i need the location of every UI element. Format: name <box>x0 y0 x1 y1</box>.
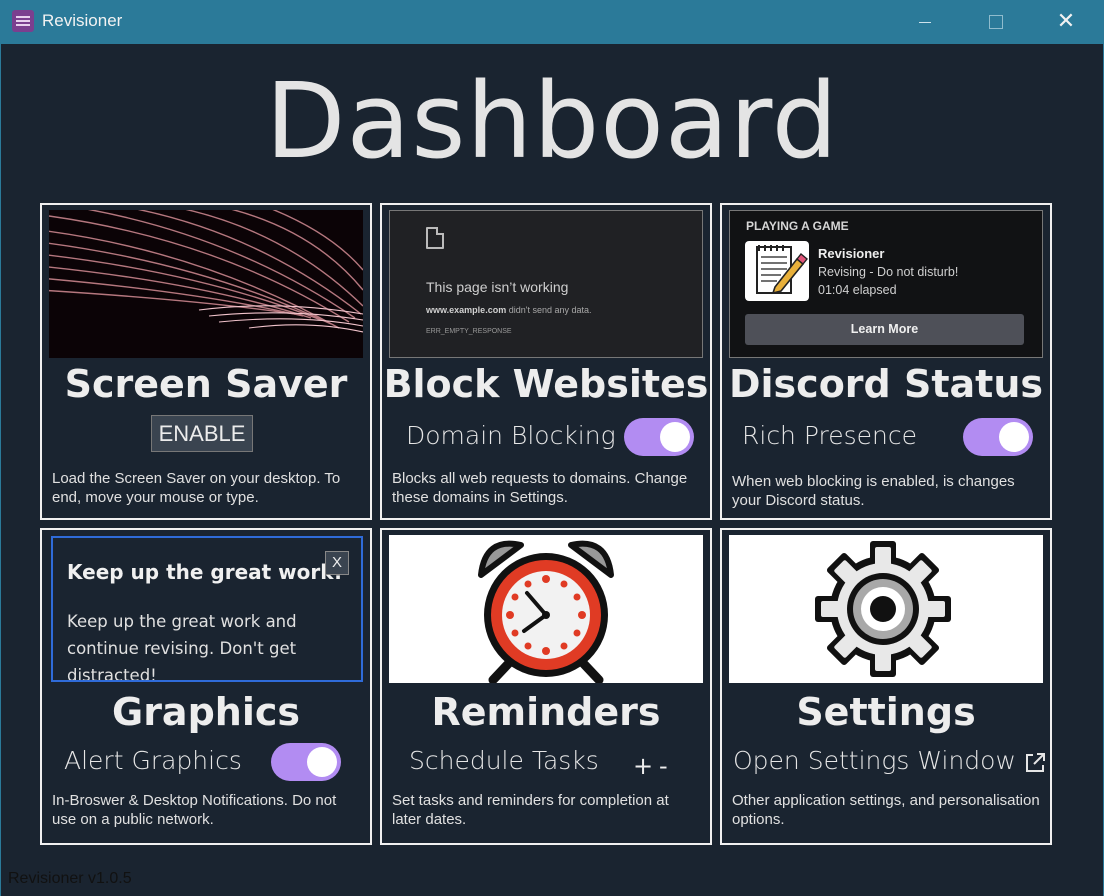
broken-page-icon <box>426 227 444 249</box>
preview-message: www.example.com didn't send any data. <box>426 305 592 315</box>
notepad-pencil-icon <box>745 241 809 301</box>
alarm-clock-image <box>389 535 703 683</box>
window-title: Revisioner <box>42 11 123 30</box>
screen-saver-card: Screen Saver ENABLE Load the Screen Save… <box>40 203 372 520</box>
alert-graphics-label: Alert Graphics <box>64 746 242 775</box>
alert-title: Keep up the great work! <box>67 560 343 584</box>
minimize-button[interactable] <box>895 0 955 44</box>
minimize-icon <box>919 21 931 23</box>
close-window-button[interactable]: ✕ <box>1036 0 1096 44</box>
maximize-icon <box>989 15 1003 29</box>
preview-heading: This page isn’t working <box>426 279 569 295</box>
discord-status-card: PLAYING A GAME Revisioner Revising - Do … <box>720 203 1052 520</box>
reminders-title: Reminders <box>431 690 661 734</box>
toggle-knob <box>660 422 690 452</box>
screen-saver-preview-image <box>49 210 363 358</box>
block-websites-card: This page isn’t working www.example.com … <box>380 203 712 520</box>
discord-elapsed: 01:04 elapsed <box>818 283 897 297</box>
graphics-description: In-Broswer & Desktop Notifications. Do n… <box>52 792 337 828</box>
alert-graphics-toggle[interactable] <box>271 743 341 781</box>
title-bar: Revisioner ✕ <box>0 0 1104 44</box>
screen-saver-description: Load the Screen Saver on your desktop. T… <box>52 470 341 506</box>
discord-status-title: Discord Status <box>728 362 1043 406</box>
maximize-button[interactable] <box>966 0 1026 44</box>
open-settings-window-link[interactable]: Open Settings Window <box>733 746 1016 775</box>
reminders-card: Reminders Schedule Tasks + - Set tasks a… <box>380 528 712 845</box>
discord-activity-header: PLAYING A GAME <box>746 219 849 233</box>
page-title: Dashboard <box>265 60 839 182</box>
discord-status-description: When web blocking is enabled, is changes… <box>732 473 1015 509</box>
settings-description: Other application settings, and personal… <box>732 792 1040 828</box>
version-label: Revisioner v1.0.5 <box>8 870 132 887</box>
toggle-knob <box>307 747 337 777</box>
remove-task-button[interactable]: - <box>659 752 668 780</box>
discord-state: Revising - Do not disturb! <box>818 265 959 279</box>
block-websites-preview-image: This page isn’t working www.example.com … <box>389 210 703 358</box>
graphics-card: Keep up the great work! Keep up the grea… <box>40 528 372 845</box>
settings-card: Settings Open Settings Window Other appl… <box>720 528 1052 845</box>
alert-graphic-preview: Keep up the great work! Keep up the grea… <box>51 536 363 682</box>
enable-screen-saver-button[interactable]: ENABLE <box>151 415 253 452</box>
graphics-title: Graphics <box>112 690 300 734</box>
domain-blocking-toggle[interactable] <box>624 418 694 456</box>
screen-saver-title: Screen Saver <box>64 362 348 406</box>
discord-app-name: Revisioner <box>818 246 885 261</box>
rich-presence-toggle[interactable] <box>963 418 1033 456</box>
block-websites-title: Block Websites <box>383 362 709 406</box>
schedule-tasks-label: Schedule Tasks <box>409 746 599 775</box>
add-task-button[interactable]: + <box>633 752 653 780</box>
reminders-description: Set tasks and reminders for completion a… <box>392 792 669 828</box>
gear-icon <box>815 541 951 677</box>
domain-blocking-label: Domain Blocking <box>406 421 616 450</box>
app-logo-icon <box>12 10 34 32</box>
block-websites-description: Blocks all web requests to domains. Chan… <box>392 470 688 506</box>
discord-preview-image: PLAYING A GAME Revisioner Revising - Do … <box>729 210 1043 358</box>
settings-gear-image <box>729 535 1043 683</box>
rich-presence-label: Rich Presence <box>742 421 917 450</box>
preview-error-code: ERR_EMPTY_RESPONSE <box>426 328 512 335</box>
learn-more-button: Learn More <box>745 314 1024 345</box>
toggle-knob <box>999 422 1029 452</box>
alert-close-button: X <box>325 551 349 575</box>
close-icon: ✕ <box>1056 9 1076 34</box>
alert-text: Keep up the great work and continue revi… <box>67 612 297 682</box>
external-link-icon[interactable] <box>1024 752 1046 774</box>
settings-title: Settings <box>796 690 976 734</box>
